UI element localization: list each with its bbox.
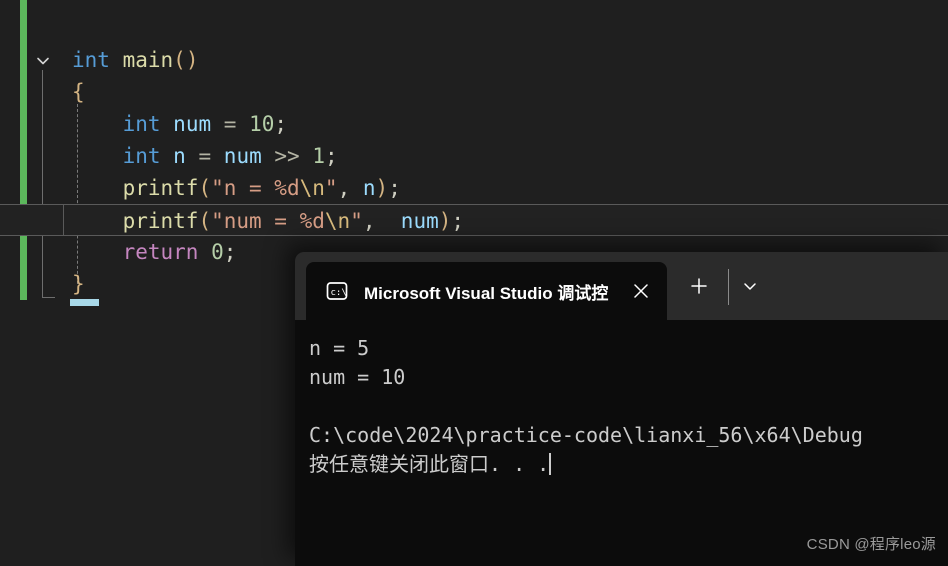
- terminal-line: 按任意键关闭此窗口. . .: [309, 452, 552, 476]
- code-token: ): [438, 209, 452, 233]
- code-token: 0: [211, 240, 224, 264]
- watermark-text: CSDN @程序leo源: [806, 536, 936, 553]
- terminal-line: n = 5: [309, 336, 370, 360]
- code-token: num: [173, 112, 212, 136]
- terminal-cursor: [549, 453, 552, 475]
- code-line[interactable]: int n = num >> 1;: [0, 140, 948, 172]
- code-token: n: [173, 144, 186, 168]
- code-token: 1: [312, 144, 325, 168]
- code-line[interactable]: {: [0, 76, 948, 108]
- code-token: (): [173, 48, 199, 72]
- code-token: ": [350, 209, 363, 233]
- code-token: ,: [362, 209, 376, 233]
- console-cmd-icon: c:\: [324, 278, 350, 304]
- code-token: ;: [451, 209, 465, 233]
- code-token: main: [122, 48, 174, 72]
- screen-root: int main(){ int num = 10; int n = num >>…: [0, 0, 948, 566]
- svg-text:c:\: c:\: [331, 288, 347, 298]
- code-token: =: [223, 112, 237, 136]
- code-line[interactable]: int main(): [0, 44, 948, 76]
- code-token: \n: [299, 176, 325, 200]
- code-token: =: [198, 144, 212, 168]
- code-token: }: [72, 272, 85, 296]
- terminal-titlebar[interactable]: c:\ Microsoft Visual Studio 调试控: [295, 252, 948, 320]
- terminal-line: C:\code\2024\practice-code\lianxi_56\x64…: [309, 423, 863, 447]
- code-token: num: [223, 144, 262, 168]
- code-token: (: [198, 209, 212, 233]
- terminal-tab-title: Microsoft Visual Studio 调试控: [364, 283, 609, 303]
- terminal-window[interactable]: c:\ Microsoft Visual Studio 调试控 n = 5 nu…: [295, 252, 948, 566]
- code-token: ,: [337, 176, 351, 200]
- code-token: printf: [122, 209, 199, 233]
- code-token: ": [324, 176, 338, 200]
- code-token: 10: [249, 112, 275, 136]
- terminal-line: num = 10: [309, 365, 406, 389]
- code-token: n: [362, 176, 376, 200]
- code-token: ;: [223, 240, 237, 264]
- code-token: printf: [122, 176, 199, 200]
- code-token: {: [72, 80, 85, 104]
- code-token: >>: [274, 144, 300, 168]
- close-icon[interactable]: [621, 271, 661, 311]
- code-token: ;: [388, 176, 401, 200]
- code-line[interactable]: int num = 10;: [0, 108, 948, 140]
- code-line-current[interactable]: printf("num = %d\n", num);: [0, 204, 948, 236]
- terminal-output[interactable]: n = 5 num = 10 C:\code\2024\practice-code\…: [295, 320, 948, 566]
- code-token: ): [375, 176, 389, 200]
- code-token: int: [72, 48, 110, 72]
- code-token: \n: [324, 209, 351, 233]
- code-token: num: [400, 209, 439, 233]
- brace-match-marker: [70, 299, 99, 306]
- code-token: int: [122, 112, 161, 136]
- toolbar-separator: [728, 269, 729, 305]
- terminal-tab[interactable]: c:\ Microsoft Visual Studio 调试控: [306, 262, 667, 320]
- code-token: "n = %d: [211, 176, 300, 200]
- code-token: (: [198, 176, 212, 200]
- code-token: return: [122, 240, 199, 264]
- plus-icon[interactable]: [681, 268, 717, 304]
- code-line[interactable]: printf("n = %d\n", n);: [0, 172, 948, 204]
- code-token: int: [122, 144, 161, 168]
- code-token: ;: [274, 112, 288, 136]
- chevron-down-icon[interactable]: [732, 268, 768, 304]
- code-token: ;: [325, 144, 338, 168]
- code-token: "num = %d: [211, 209, 325, 233]
